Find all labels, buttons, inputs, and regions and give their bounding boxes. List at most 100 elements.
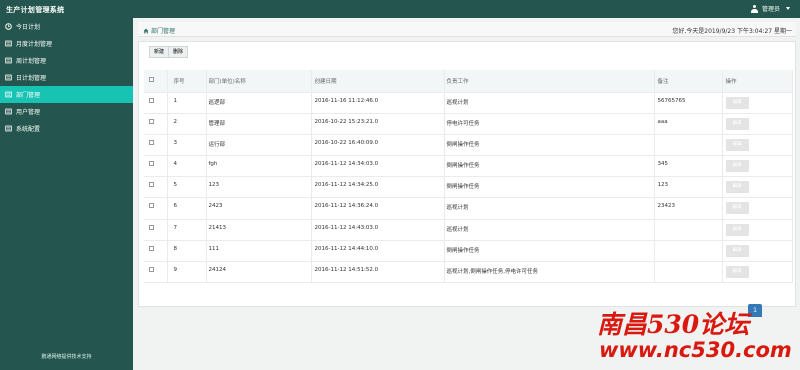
cell-duty: 倒闸操作任务 <box>444 240 655 263</box>
row-checkbox[interactable] <box>149 203 154 209</box>
edit-button[interactable]: 编辑 <box>725 202 749 215</box>
cell-seq: 7 <box>167 219 207 241</box>
new-button[interactable]: 新建 <box>149 46 170 58</box>
sidebar-item-label: 今日计划 <box>16 24 41 31</box>
department-panel: 新建 删除 序号 部门(单位)名称 创建日期 负责工作 备注 操作 1 巡逻部 20… <box>138 41 796 307</box>
sidebar: 今日计划月度计划管理 周计划管理日计划管理部门管理用户管理系统配置 鹏通网络提供技… <box>0 18 133 370</box>
table-header-row: 序号 部门(单位)名称 创建日期 负责工作 备注 操作 <box>144 70 793 93</box>
cell-note <box>654 219 723 241</box>
cell-duty: 倒闸操作任务 <box>444 176 655 199</box>
row-select-cell <box>144 155 168 178</box>
cell-seq: 5 <box>167 176 207 199</box>
edit-button[interactable]: 编辑 <box>725 117 749 130</box>
home-icon <box>143 28 149 33</box>
edit-button[interactable]: 编辑 <box>725 266 749 278</box>
cell-action: 编辑 <box>722 113 793 135</box>
breadcrumb-bar: 部门管理 您好,今天是2019/9/23 下午3:04:27 星期一 <box>138 22 796 37</box>
cell-duty: 巡视计划 <box>444 92 655 114</box>
toolbar: 新建 删除 <box>149 46 189 58</box>
cell-action: 编辑 <box>722 197 793 220</box>
cell-action: 编辑 <box>722 219 793 241</box>
row-checkbox[interactable] <box>149 118 154 124</box>
sidebar-item-3[interactable]: 日计划管理 <box>0 69 133 86</box>
sidebar-item-label: 日计划管理 <box>16 75 47 82</box>
breadcrumb: 部门管理 <box>143 26 175 35</box>
sidebar-item-label: 周计划管理 <box>16 58 47 65</box>
sidebar-item-4[interactable]: 部门管理 <box>0 86 133 103</box>
sidebar-item-5[interactable]: 用户管理 <box>0 103 133 120</box>
app-title: 生产计划管理系统 <box>6 6 65 14</box>
table-row: 5 123 2016-11-12 14:34:25.0 倒闸操作任务 123 编辑 <box>144 176 793 199</box>
cell-duty: 巡视计划,倒闸操作任务,停电许可任务 <box>444 261 655 284</box>
cell-duty: 倒闸操作任务 <box>444 134 655 157</box>
cell-note <box>654 134 723 157</box>
cell-date: 2016-11-16 11:12:46.0 <box>311 92 445 114</box>
cell-seq: 4 <box>167 155 207 178</box>
row-checkbox[interactable] <box>149 139 154 145</box>
cell-action: 编辑 <box>722 261 793 284</box>
sidebar-item-6[interactable]: 系统配置 <box>0 120 133 137</box>
cell-name: 管理部 <box>206 113 312 135</box>
cell-seq: 1 <box>167 92 207 114</box>
edit-button[interactable]: 编辑 <box>725 244 749 257</box>
table-row: 1 巡逻部 2016-11-16 11:12:46.0 巡视计划 56765765 编辑 <box>144 92 793 114</box>
edit-button[interactable]: 编辑 <box>725 96 749 109</box>
row-checkbox[interactable] <box>149 182 154 188</box>
table-row: 3 运行部 2016-10-22 16:40:09.0 倒闸操作任务 编辑 <box>144 134 793 157</box>
list-icon <box>5 57 12 64</box>
cell-duty: 倒闸操作任务 <box>444 155 655 178</box>
cell-date: 2016-10-22 16:40:09.0 <box>311 134 445 157</box>
cell-note: 345 <box>654 155 723 178</box>
cell-action: 编辑 <box>722 134 793 157</box>
edit-button[interactable]: 编辑 <box>725 181 749 194</box>
cell-seq: 6 <box>167 197 207 220</box>
cell-action: 编辑 <box>722 176 793 199</box>
cell-action: 编辑 <box>722 240 793 263</box>
sidebar-item-1[interactable]: 月度计划管理 <box>0 35 133 52</box>
breadcrumb-label[interactable]: 部门管理 <box>151 26 175 35</box>
row-select-cell <box>144 176 168 199</box>
list-icon <box>5 40 12 47</box>
top-bar: 生产计划管理系统 管理员 <box>0 0 800 18</box>
cell-name: 123 <box>206 176 312 199</box>
row-checkbox[interactable] <box>149 97 154 103</box>
watermark-title: 南昌530论坛 <box>597 310 750 339</box>
sidebar-item-0[interactable]: 今日计划 <box>0 18 133 35</box>
header-name: 部门(单位)名称 <box>206 70 312 93</box>
row-checkbox[interactable] <box>149 161 154 167</box>
cell-note <box>654 261 723 284</box>
edit-button[interactable]: 编辑 <box>725 138 749 151</box>
row-select-cell <box>144 197 168 220</box>
sidebar-item-label: 月度计划管理 <box>16 41 53 48</box>
cell-name: 24124 <box>206 261 312 284</box>
row-select-cell <box>144 92 168 114</box>
sidebar-item-label: 系统配置 <box>16 126 41 133</box>
row-checkbox[interactable] <box>149 224 154 230</box>
row-checkbox[interactable] <box>149 267 154 272</box>
list-icon <box>5 108 12 115</box>
edit-button[interactable]: 编辑 <box>725 223 749 236</box>
sidebar-item-label: 用户管理 <box>16 109 41 116</box>
header-duty: 负责工作 <box>444 70 655 93</box>
greeting-datetime: 您好,今天是2019/9/23 下午3:04:27 星期一 <box>672 28 792 35</box>
user-name: 管理员 <box>761 6 780 13</box>
cell-date: 2016-11-12 14:34:25.0 <box>311 176 445 199</box>
user-menu[interactable]: 管理员 <box>750 4 790 13</box>
header-note: 备注 <box>654 70 723 93</box>
table-row: 2 管理部 2016-10-22 15:23:21.0 停电许可任务 aaa 编辑 <box>144 113 793 135</box>
clock-icon <box>5 23 12 30</box>
row-select-cell <box>144 113 168 135</box>
footer-credit: 鹏通网络提供技术支持 <box>41 354 92 360</box>
delete-button[interactable]: 删除 <box>169 46 189 58</box>
watermark-url: www.nc530.com <box>599 338 792 362</box>
list-icon <box>5 125 12 132</box>
select-all-checkbox[interactable] <box>149 77 154 82</box>
row-checkbox[interactable] <box>149 245 154 251</box>
edit-button[interactable]: 编辑 <box>725 160 749 173</box>
cell-duty: 停电许可任务 <box>444 113 655 135</box>
cell-name: 巡逻部 <box>206 92 312 114</box>
cell-note: 123 <box>654 176 723 199</box>
header-action: 操作 <box>722 70 793 93</box>
sidebar-item-2[interactable]: 周计划管理 <box>0 52 133 69</box>
row-select-cell <box>144 134 168 157</box>
